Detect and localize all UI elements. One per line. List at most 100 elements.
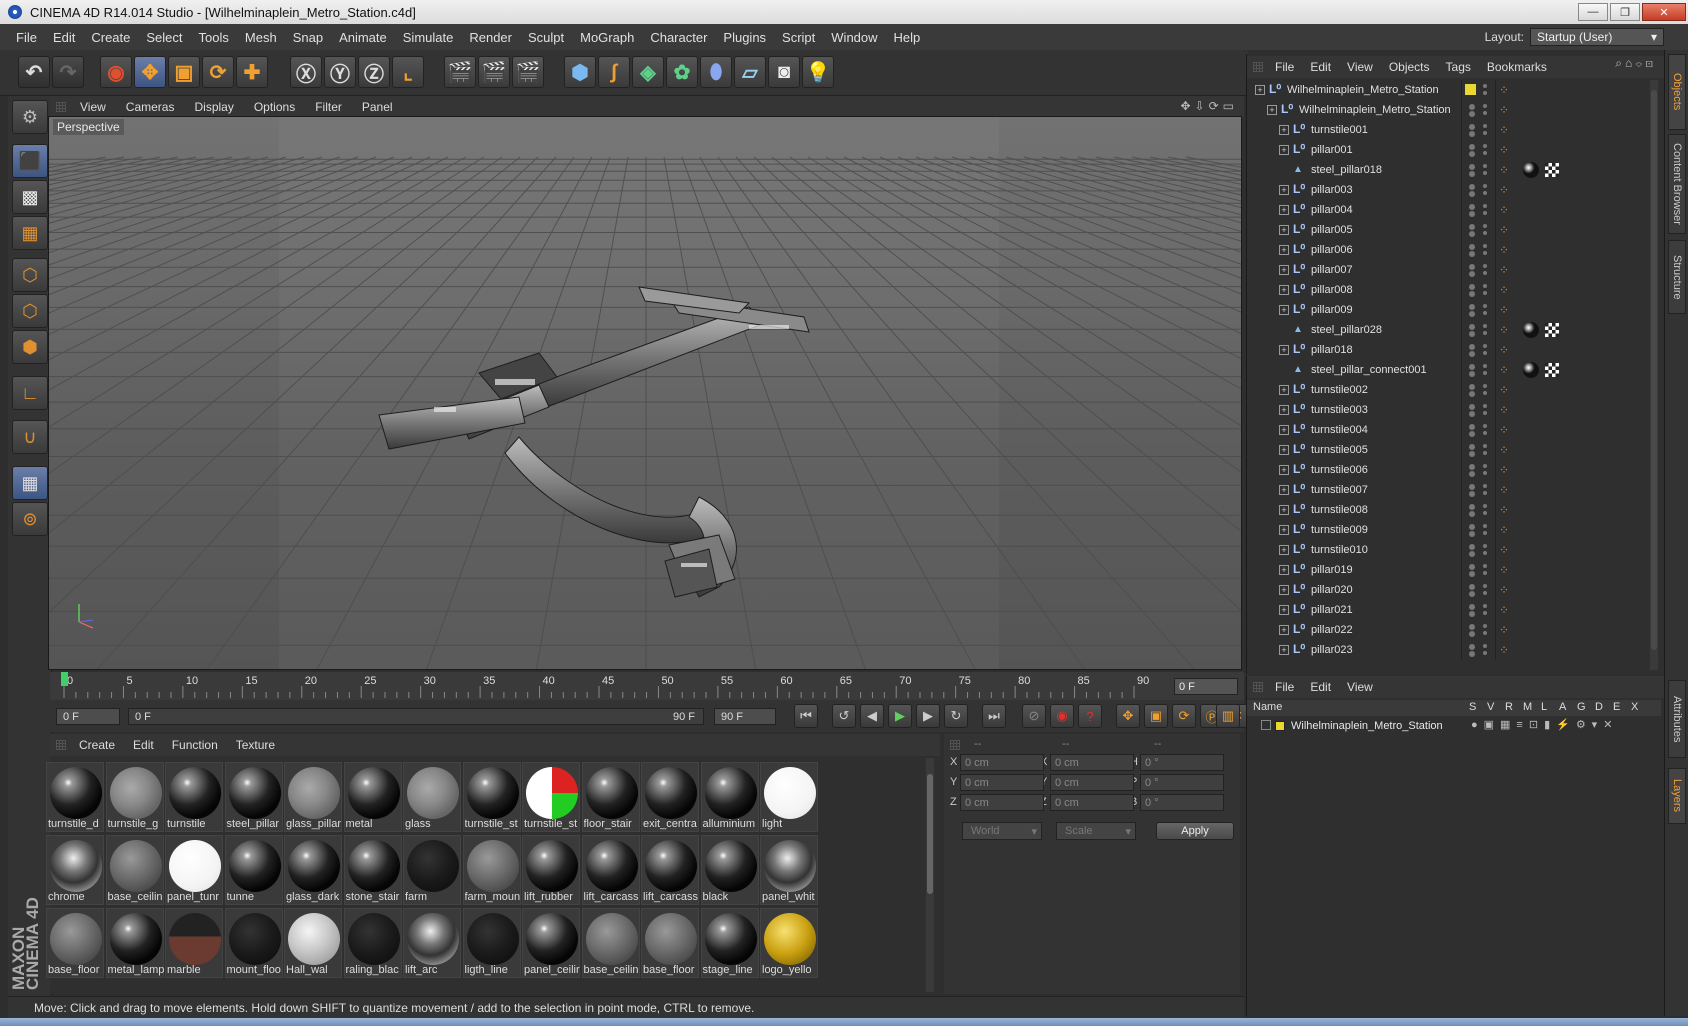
menu-sculpt[interactable]: Sculpt [520,30,572,45]
expand-toggle-icon[interactable]: + [1279,185,1289,195]
z-axis-button[interactable]: Ⓩ [358,56,390,88]
object-row[interactable]: + L⁰ pillar021 ⁘ [1247,600,1653,620]
tag-icon[interactable]: ⁘ [1499,243,1509,257]
visibility-toggle[interactable] [1469,600,1483,620]
object-row[interactable]: + L⁰ pillar022 ⁘ [1247,620,1653,640]
deformer-button[interactable]: ⬮ [700,56,732,88]
material-swatch-glass[interactable]: glass [403,762,461,832]
object-row[interactable]: + L⁰ turnstile010 ⁘ [1247,540,1653,560]
viewport-menu-display[interactable]: Display [184,100,243,114]
object-row[interactable]: + L⁰ pillar003 ⁘ [1247,180,1653,200]
array-button[interactable]: ✿ [666,56,698,88]
expand-toggle-icon[interactable]: + [1279,625,1289,635]
material-swatch-metal_lamp[interactable]: metal_lamp [105,908,164,978]
material-swatch-alluminium[interactable]: alluminium [700,762,759,832]
floor-button[interactable]: ▱ [734,56,766,88]
tag-icon[interactable]: ⁘ [1499,523,1509,537]
recent-tool-button[interactable]: ✚ [236,56,268,88]
visibility-toggle[interactable] [1469,200,1483,220]
material-scrollbar[interactable] [926,758,934,992]
material-swatch-lift_arc[interactable]: lift_arc [403,908,461,978]
tag-icon[interactable]: ⁘ [1499,303,1509,317]
tag-icon[interactable]: ⁘ [1499,463,1509,477]
rotation-field[interactable]: 0 ° [1140,774,1224,791]
position-field[interactable]: 0 cm [960,754,1044,771]
expand-toggle-icon[interactable]: + [1279,205,1289,215]
viewport-menu-filter[interactable]: Filter [305,100,352,114]
tag-icon[interactable]: ⁘ [1499,583,1509,597]
material-swatch-turnstile_g[interactable]: turnstile_g [105,762,164,832]
material-swatch-lift_carcass[interactable]: lift_carcass [641,835,699,905]
object-menu-edit[interactable]: Edit [1302,60,1339,74]
expand-toggle-icon[interactable]: + [1279,125,1289,135]
material-swatch-light[interactable]: light [760,762,818,832]
tag-icon[interactable]: ⁘ [1499,643,1509,657]
axis-mode-button[interactable]: ∟ [12,376,48,410]
layer-column-x[interactable]: X [1631,701,1638,713]
menu-character[interactable]: Character [642,30,715,45]
visibility-toggle[interactable] [1469,520,1483,540]
viewport-menu-panel[interactable]: Panel [352,100,403,114]
end-frame-field[interactable]: 90 F [714,708,776,725]
tag-icon[interactable]: ⁘ [1499,383,1509,397]
material-swatch-steel_pillar[interactable]: steel_pillar [224,762,283,832]
visibility-toggle[interactable] [1469,500,1483,520]
object-row[interactable]: ▲ steel_pillar_connect001 ⁘ [1247,360,1653,380]
object-row[interactable]: + L⁰ turnstile002 ⁘ [1247,380,1653,400]
expand-toggle-icon[interactable]: + [1279,525,1289,535]
rotation-field[interactable]: 0 ° [1140,754,1224,771]
visibility-toggle[interactable] [1469,240,1483,260]
camera-button[interactable]: ◙ [768,56,800,88]
layer-column-d[interactable]: D [1595,701,1603,713]
record-rotation-button[interactable]: ⟳ [1172,704,1196,728]
expand-toggle-icon[interactable]: + [1279,645,1289,655]
visibility-toggle[interactable] [1469,460,1483,480]
visibility-toggle[interactable] [1469,340,1483,360]
expand-toggle-icon[interactable]: + [1279,545,1289,555]
move-tool-button[interactable]: ✥ [134,56,166,88]
expand-toggle-icon[interactable]: + [1279,405,1289,415]
menu-mesh[interactable]: Mesh [237,30,285,45]
timeline-ruler[interactable]: 0 5 10 15 20 25 30 35 40 45 50 55 60 65 70 75 80 85 90 0 F [50,672,1244,700]
workplane-mode-button[interactable]: ▦ [12,216,48,250]
layer-column-a[interactable]: A [1559,701,1566,713]
go-to-end-button[interactable]: ⏭ [982,704,1006,728]
menu-window[interactable]: Window [823,30,885,45]
material-swatch-stage_line[interactable]: stage_line [700,908,759,978]
menu-snap[interactable]: Snap [285,30,331,45]
visibility-toggle[interactable] [1469,220,1483,240]
tag-icon[interactable]: ⁘ [1499,103,1509,117]
texture-tag-icon[interactable] [1545,363,1559,377]
tab-attributes[interactable]: Attributes [1668,680,1686,758]
tab-structure[interactable]: Structure [1668,240,1686,314]
material-swatch-turnstile[interactable]: turnstile [165,762,223,832]
position-field[interactable]: 0 cm [960,794,1044,811]
expand-toggle-icon[interactable]: + [1279,605,1289,615]
tag-icon[interactable]: ⁘ [1499,283,1509,297]
redo-button[interactable]: ↷ [52,56,84,88]
material-swatch-base_ceilin[interactable]: base_ceilin [581,908,640,978]
tag-icon[interactable]: ⁘ [1499,323,1509,337]
material-menu-function[interactable]: Function [163,738,227,752]
visibility-toggle[interactable] [1469,560,1483,580]
material-tag-icon[interactable] [1523,162,1539,178]
material-swatch-lift_rubber[interactable]: lift_rubber [522,835,580,905]
object-row[interactable]: + L⁰ pillar018 ⁘ [1247,340,1653,360]
viewport-nav-icons[interactable]: ✥⇩⟳▭ [1180,99,1238,113]
material-tag-icon[interactable] [1523,322,1539,338]
expand-toggle-icon[interactable]: + [1279,485,1289,495]
material-swatch-ligth_line[interactable]: ligth_line [462,908,521,978]
layer-column-e[interactable]: E [1613,701,1620,713]
object-menu-file[interactable]: File [1267,60,1302,74]
tag-icon[interactable]: ⁘ [1499,143,1509,157]
autokey-button[interactable]: ◉ [1050,704,1074,728]
menu-help[interactable]: Help [886,30,929,45]
visibility-toggle[interactable] [1469,120,1483,140]
layer-menu-file[interactable]: File [1267,680,1302,694]
visibility-toggle[interactable] [1469,480,1483,500]
polygons-mode-button[interactable]: ⬢ [12,330,48,364]
object-row[interactable]: ▲ steel_pillar018 ⁘ [1247,160,1653,180]
visibility-toggle[interactable] [1469,420,1483,440]
next-key-button[interactable]: ↻ [944,704,968,728]
material-swatch-stone_stair[interactable]: stone_stair [343,835,402,905]
